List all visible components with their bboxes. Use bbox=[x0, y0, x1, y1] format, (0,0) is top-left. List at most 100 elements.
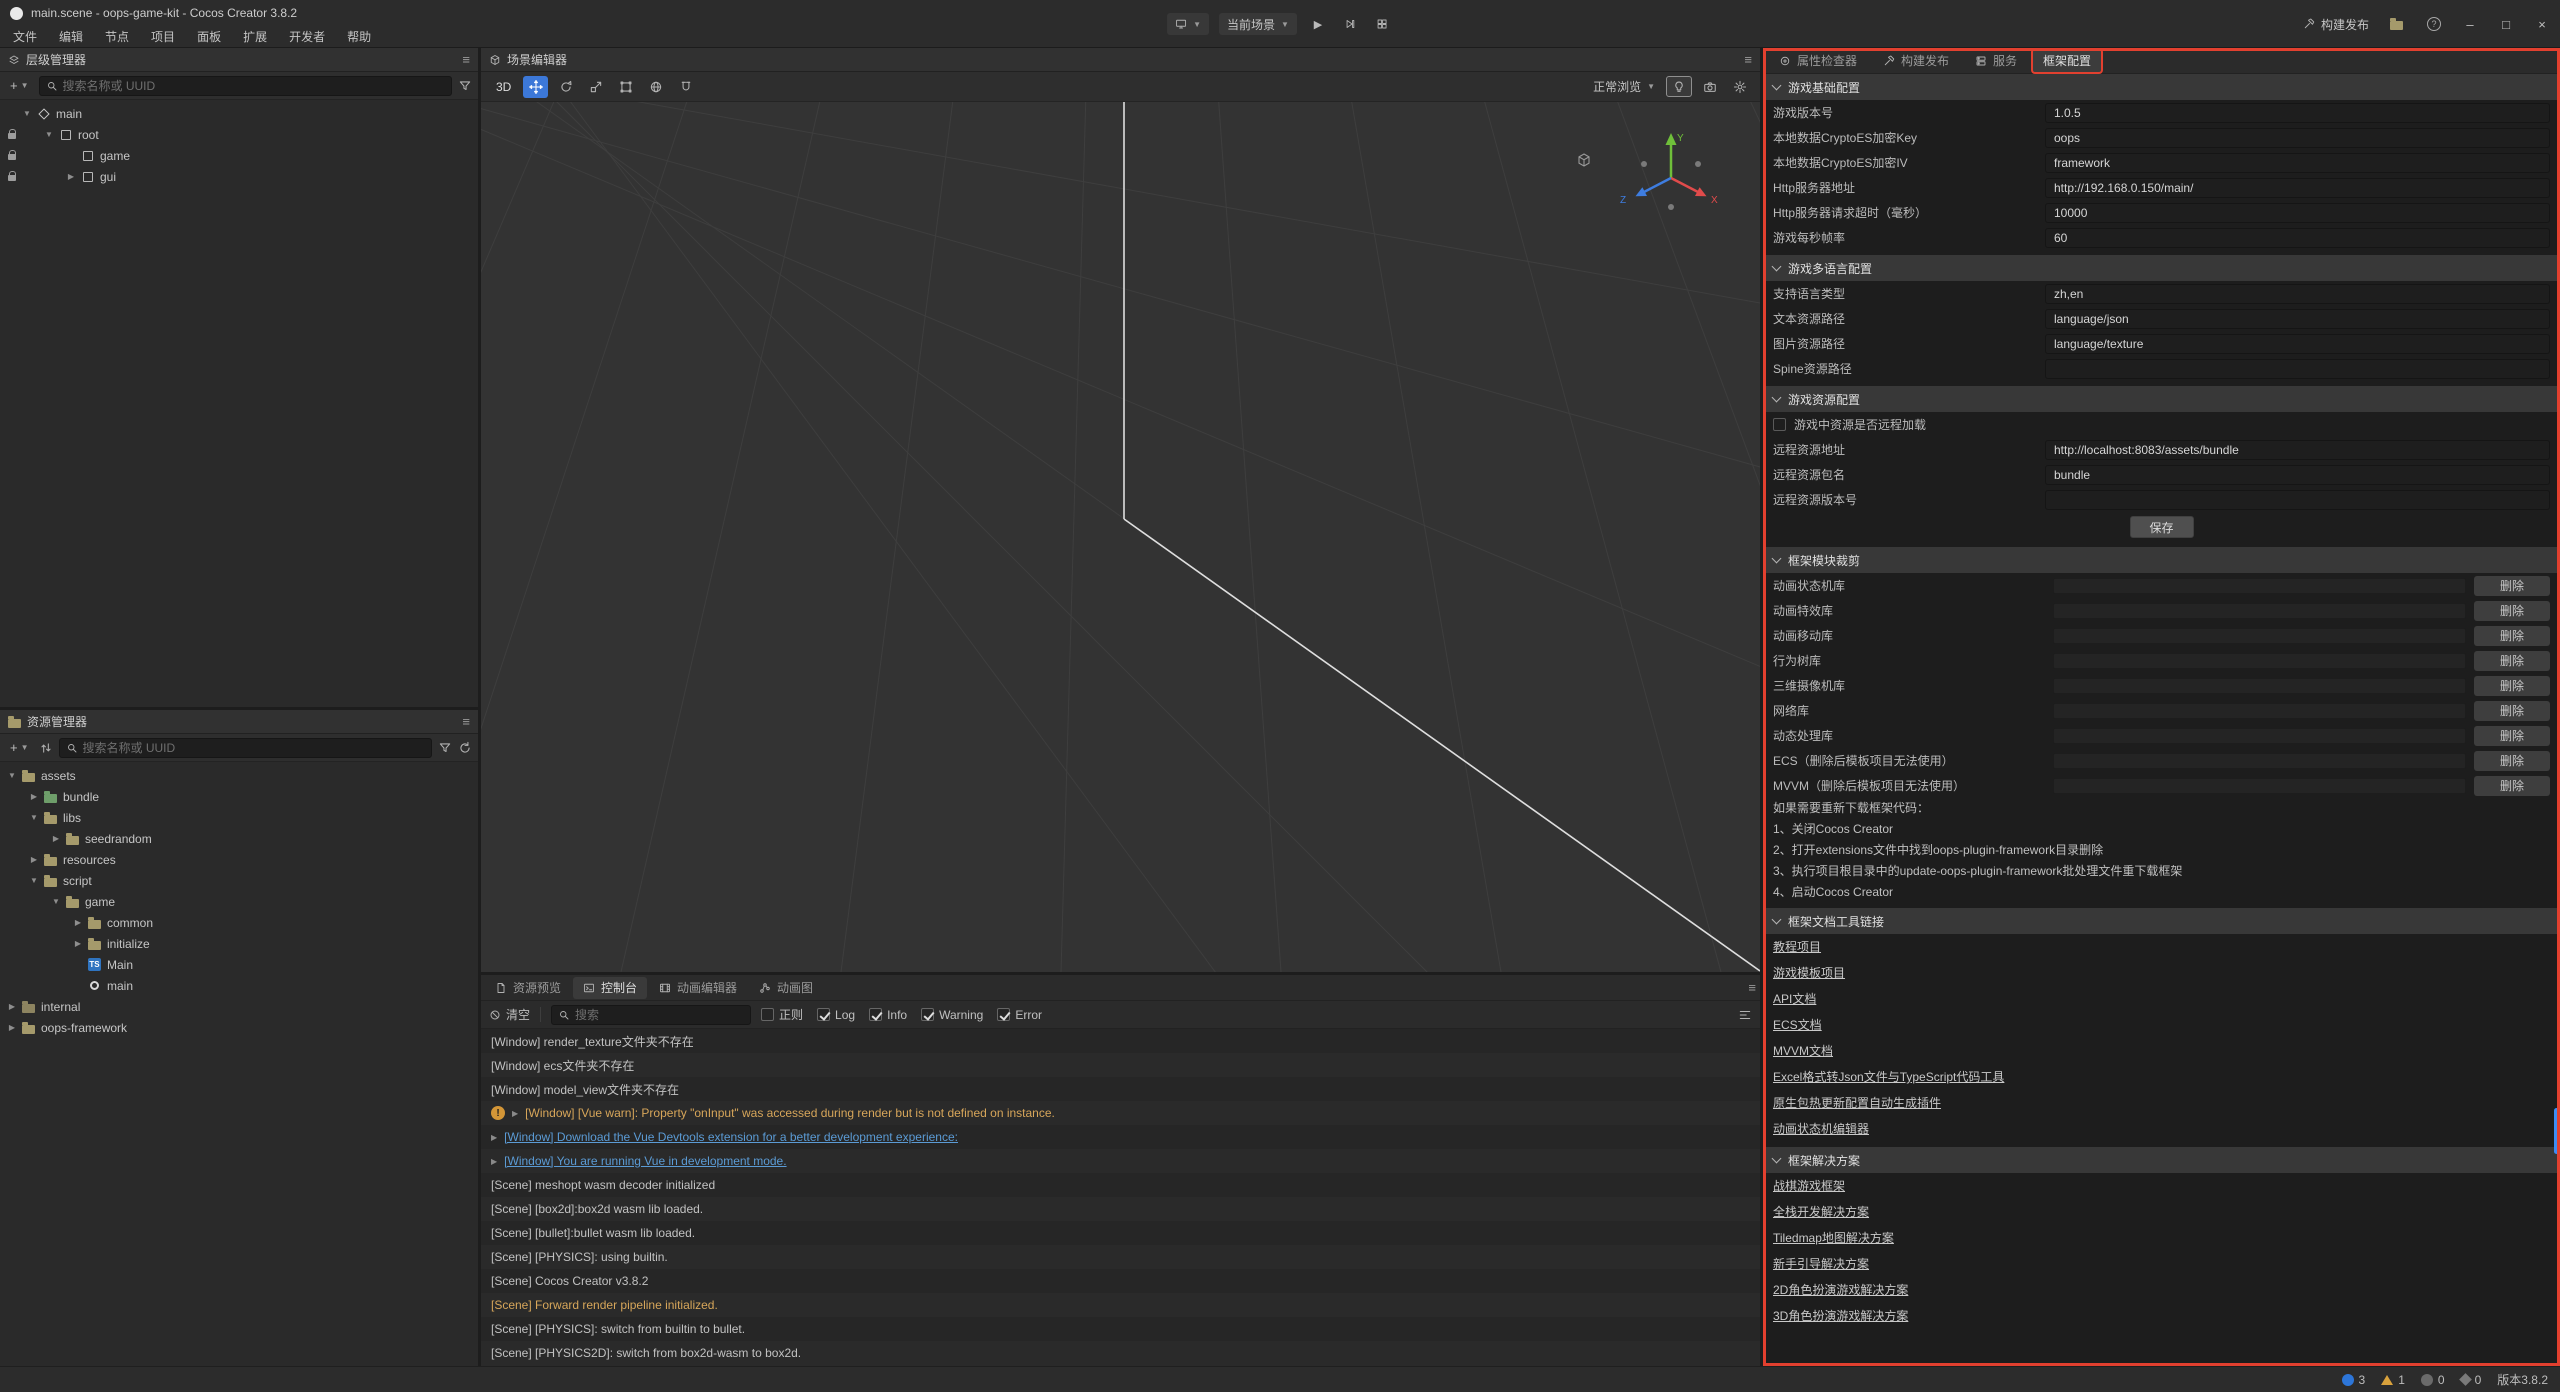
tab-services[interactable]: 服务 bbox=[1965, 50, 2027, 72]
property-input[interactable] bbox=[2045, 490, 2550, 510]
add-asset-button[interactable]: + ▼ bbox=[6, 740, 33, 755]
menu-item[interactable]: 节点 bbox=[94, 26, 140, 47]
tree-row[interactable]: ▼ root bbox=[0, 124, 478, 145]
delete-module-button[interactable]: 删除 bbox=[2474, 726, 2550, 746]
menu-item[interactable]: 项目 bbox=[140, 26, 186, 47]
tree-row[interactable]: ▼ game bbox=[0, 891, 478, 912]
property-input[interactable] bbox=[2045, 465, 2550, 485]
tree-row[interactable]: TS Main bbox=[0, 954, 478, 975]
console-filter[interactable]: Log bbox=[817, 1008, 855, 1022]
menu-item[interactable]: 编辑 bbox=[48, 26, 94, 47]
doc-link[interactable]: ECS文档 bbox=[1763, 1012, 2560, 1038]
tree-row[interactable]: ▶ gui bbox=[0, 166, 478, 187]
world-space-button[interactable] bbox=[643, 76, 668, 98]
menu-item[interactable]: 文件 bbox=[2, 26, 48, 47]
lock-icon[interactable] bbox=[8, 133, 16, 139]
scene-camera-button[interactable] bbox=[1697, 76, 1722, 98]
preview-layout-button[interactable] bbox=[1371, 13, 1393, 35]
property-input[interactable] bbox=[2045, 103, 2550, 123]
assets-search-input[interactable] bbox=[83, 741, 425, 755]
projection-3d-button[interactable]: 3D bbox=[489, 78, 518, 96]
property-input[interactable] bbox=[2045, 309, 2550, 329]
tab-property-inspector[interactable]: 属性检查器 bbox=[1769, 50, 1867, 72]
hierarchy-search-input[interactable] bbox=[63, 79, 445, 93]
tree-twisty[interactable]: ▼ bbox=[48, 897, 64, 906]
tree-row[interactable]: ▶ oops-framework bbox=[0, 1017, 478, 1038]
tree-twisty[interactable]: ▶ bbox=[48, 834, 64, 843]
console-filter[interactable]: Error bbox=[997, 1008, 1042, 1022]
tab-asset-preview[interactable]: 资源预览 bbox=[485, 977, 571, 999]
snap-button[interactable] bbox=[673, 76, 698, 98]
tree-twisty[interactable]: ▶ bbox=[70, 939, 86, 948]
property-input[interactable] bbox=[2045, 153, 2550, 173]
tree-row[interactable]: ▶ seedrandom bbox=[0, 828, 478, 849]
log-row[interactable]: [Scene] [PHYSICS2D]: switch from box2d-w… bbox=[481, 1341, 1760, 1365]
save-button[interactable]: 保存 bbox=[2130, 516, 2194, 538]
tree-twisty[interactable]: ▶ bbox=[4, 1023, 20, 1032]
log-row[interactable]: [Scene] [PHYSICS]: using builtin. bbox=[481, 1245, 1760, 1269]
property-input[interactable] bbox=[2045, 359, 2550, 379]
tab-build-publish[interactable]: 构建发布 bbox=[1873, 50, 1959, 72]
delete-module-button[interactable]: 删除 bbox=[2474, 626, 2550, 646]
tab-console[interactable]: 控制台 bbox=[573, 977, 647, 999]
menu-item[interactable]: 帮助 bbox=[336, 26, 382, 47]
property-input[interactable] bbox=[2045, 128, 2550, 148]
tree-row[interactable]: ▼ assets bbox=[0, 765, 478, 786]
property-input[interactable] bbox=[2045, 334, 2550, 354]
clear-console-button[interactable]: 清空 bbox=[489, 1006, 530, 1023]
minimize-button[interactable]: – bbox=[2452, 0, 2488, 48]
delete-module-button[interactable]: 删除 bbox=[2474, 576, 2550, 596]
tree-row[interactable]: ▼ main bbox=[0, 103, 478, 124]
doc-link[interactable]: 教程项目 bbox=[1763, 934, 2560, 960]
rotate-tool-button[interactable] bbox=[553, 76, 578, 98]
filter-icon[interactable] bbox=[438, 741, 452, 755]
delete-module-button[interactable]: 删除 bbox=[2474, 676, 2550, 696]
expand-arrow-icon[interactable]: ▶ bbox=[491, 1133, 497, 1142]
checkbox-icon[interactable] bbox=[817, 1008, 830, 1021]
property-input[interactable] bbox=[2045, 203, 2550, 223]
menu-item[interactable]: 扩展 bbox=[232, 26, 278, 47]
add-node-button[interactable]: + ▼ bbox=[6, 78, 33, 93]
build-publish-button[interactable]: 构建发布 bbox=[2303, 16, 2369, 33]
tree-twisty[interactable]: ▶ bbox=[70, 918, 86, 927]
panel-menu-icon[interactable]: ≡ bbox=[1748, 980, 1756, 995]
tree-row[interactable]: ▶ internal bbox=[0, 996, 478, 1017]
log-row[interactable]: [Scene] [PHYSICS]: switch from builtin t… bbox=[481, 1317, 1760, 1341]
console-filter[interactable]: Info bbox=[869, 1008, 907, 1022]
doc-link[interactable]: API文档 bbox=[1763, 986, 2560, 1012]
filter-icon[interactable] bbox=[458, 79, 472, 93]
status-info-count[interactable]: 3 bbox=[2342, 1373, 2366, 1387]
delete-module-button[interactable]: 删除 bbox=[2474, 701, 2550, 721]
assets-search[interactable] bbox=[59, 738, 432, 758]
inspector-scrollbar-thumb[interactable] bbox=[2554, 1108, 2559, 1154]
preview-target-dropdown[interactable]: ▼ bbox=[1167, 13, 1209, 35]
tree-row[interactable]: ▼ script bbox=[0, 870, 478, 891]
tab-framework-config[interactable]: 框架配置 bbox=[2033, 50, 2101, 72]
doc-link[interactable]: MVVM文档 bbox=[1763, 1038, 2560, 1064]
status-extra-count[interactable]: 0 bbox=[2461, 1373, 2482, 1387]
scene-selector[interactable]: 当前场景 ▼ bbox=[1219, 13, 1297, 35]
scene-viewport[interactable]: X Z Y bbox=[481, 102, 1760, 972]
tree-row[interactable]: main bbox=[0, 975, 478, 996]
axis-gizmo[interactable]: X Z Y bbox=[1614, 128, 1724, 228]
section-header-solutions[interactable]: 框架解决方案 bbox=[1763, 1147, 2560, 1173]
expand-arrow-icon[interactable]: ▶ bbox=[512, 1109, 518, 1118]
tree-row[interactable]: ▼ libs bbox=[0, 807, 478, 828]
open-project-folder-button[interactable] bbox=[2385, 13, 2407, 35]
solution-link[interactable]: 2D角色扮演游戏解决方案 bbox=[1763, 1277, 2560, 1303]
gizmo-cube-icon[interactable] bbox=[1576, 152, 1592, 168]
scene-light-toggle[interactable] bbox=[1666, 76, 1692, 97]
delete-module-button[interactable]: 删除 bbox=[2474, 751, 2550, 771]
refresh-icon[interactable] bbox=[458, 741, 472, 755]
log-row[interactable]: [Scene] Cocos Creator v3.8.2 bbox=[481, 1269, 1760, 1293]
tree-twisty[interactable]: ▼ bbox=[19, 109, 35, 118]
section-header-docs[interactable]: 框架文档工具链接 bbox=[1763, 908, 2560, 934]
log-row[interactable]: [Scene] meshopt wasm decoder initialized bbox=[481, 1173, 1760, 1197]
tree-twisty[interactable]: ▼ bbox=[26, 876, 42, 885]
sort-icon[interactable] bbox=[39, 741, 53, 755]
property-input[interactable] bbox=[2045, 284, 2550, 304]
log-row[interactable]: [Scene] [box2d]:box2d wasm lib loaded. bbox=[481, 1197, 1760, 1221]
expand-arrow-icon[interactable]: ▶ bbox=[491, 1157, 497, 1166]
tree-twisty[interactable]: ▼ bbox=[4, 771, 20, 780]
step-button[interactable] bbox=[1339, 13, 1361, 35]
